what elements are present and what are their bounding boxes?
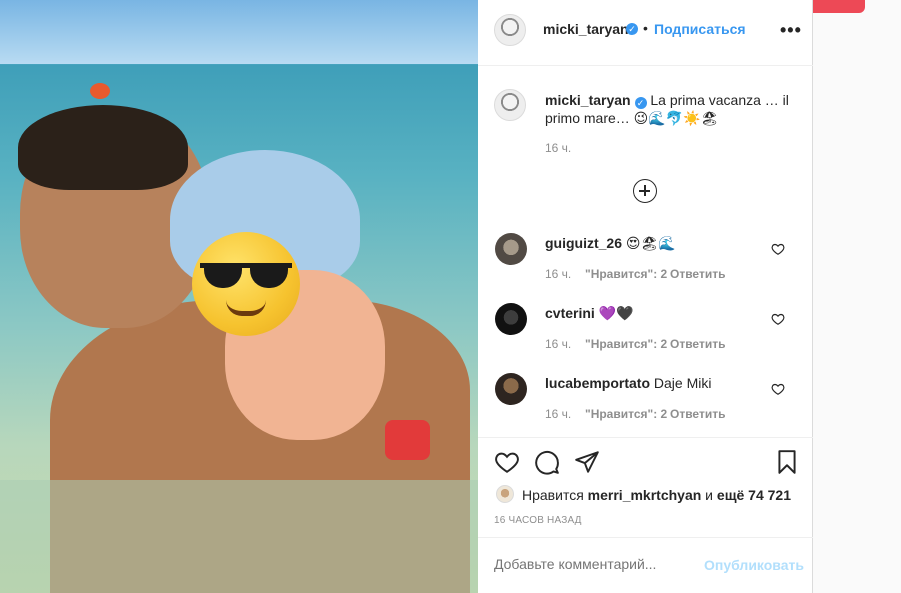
comment-username[interactable]: lucabemportato xyxy=(545,375,650,391)
comment-likes[interactable]: "Нравится": 2 xyxy=(585,337,667,351)
sunglasses-emoji-sticker xyxy=(192,232,300,336)
page-background xyxy=(813,0,901,593)
share-paper-plane-icon[interactable] xyxy=(574,449,600,475)
comment-avatar[interactable] xyxy=(495,303,527,335)
comment-text: 💜🖤 xyxy=(598,305,634,321)
more-options-icon[interactable]: ••• xyxy=(780,20,802,41)
comment-like-heart-icon[interactable] xyxy=(771,382,785,396)
comment-avatar[interactable] xyxy=(495,373,527,405)
comment-username[interactable]: guiguizt_26 xyxy=(545,235,622,251)
caption-username[interactable]: micki_taryan xyxy=(545,92,631,108)
comment-time[interactable]: 16 ч. xyxy=(545,407,571,421)
comment-reply-button[interactable]: Ответить xyxy=(670,337,725,351)
comment-like-heart-icon[interactable] xyxy=(771,242,785,256)
likes-prefix: Нравится xyxy=(522,487,588,503)
photo-sky xyxy=(0,0,478,64)
post-photo[interactable] xyxy=(0,0,478,593)
photo-baby-trunks xyxy=(385,420,430,460)
comment-likes[interactable]: "Нравится": 2 xyxy=(585,267,667,281)
verified-badge-icon: ✓ xyxy=(626,23,638,35)
comment-bubble-icon[interactable] xyxy=(534,449,560,475)
actions-divider xyxy=(478,437,813,438)
instagram-post-view: micki_taryan ✓ • Подписаться ••• micki_t… xyxy=(0,0,901,593)
photo-man-hair xyxy=(18,105,188,190)
post-header: micki_taryan ✓ • Подписаться ••• xyxy=(478,0,813,66)
publish-comment-button[interactable]: Опубликовать xyxy=(704,557,804,573)
comment-time[interactable]: 16 ч. xyxy=(545,267,571,281)
load-more-comments-icon[interactable] xyxy=(633,179,657,203)
comment-likes[interactable]: "Нравится": 2 xyxy=(585,407,667,421)
header-separator: • xyxy=(643,20,648,36)
likes-user[interactable]: merri_mkrtchyan xyxy=(588,487,702,503)
comment-body: cvterini 💜🖤 xyxy=(545,305,634,322)
post-sidebar: micki_taryan ✓ • Подписаться ••• micki_t… xyxy=(478,0,813,593)
comment-username[interactable]: cvterini xyxy=(545,305,595,321)
author-avatar[interactable] xyxy=(494,14,526,46)
author-username[interactable]: micki_taryan xyxy=(543,21,629,37)
photo-buoy xyxy=(90,83,110,99)
add-comment-input[interactable] xyxy=(494,556,694,572)
liker-avatar[interactable] xyxy=(496,485,514,503)
save-bookmark-icon[interactable] xyxy=(774,449,800,475)
caption-author-avatar[interactable] xyxy=(494,89,526,121)
like-heart-icon[interactable] xyxy=(494,449,520,475)
post-timestamp[interactable]: 16 ЧАСОВ НАЗАД xyxy=(494,515,582,526)
comment-body: guiguizt_26 😍🏖🌊 xyxy=(545,235,676,252)
follow-button[interactable]: Подписаться xyxy=(654,21,746,37)
photo-water xyxy=(0,480,478,593)
comment-time[interactable]: 16 ч. xyxy=(545,337,571,351)
likes-summary[interactable]: Нравится merri_mkrtchyan и ещё 74 721 xyxy=(522,487,791,503)
comment-text: 😍🏖🌊 xyxy=(625,235,676,251)
comment-reply-button[interactable]: Ответить xyxy=(670,267,725,281)
comment-avatar[interactable] xyxy=(495,233,527,265)
comment-input-divider xyxy=(478,537,813,538)
comment-text: Daje Miki xyxy=(653,375,712,391)
comment-body: lucabemportato Daje Miki xyxy=(545,375,711,391)
comment-reply-button[interactable]: Ответить xyxy=(670,407,725,421)
post-caption: micki_taryan ✓ La prima vacanza … il pri… xyxy=(545,91,815,127)
comment-like-heart-icon[interactable] xyxy=(771,312,785,326)
caption-verified-icon: ✓ xyxy=(634,97,647,109)
likes-count[interactable]: ещё 74 721 xyxy=(717,487,791,503)
likes-mid: и xyxy=(701,487,717,503)
caption-time[interactable]: 16 ч. xyxy=(545,141,571,155)
